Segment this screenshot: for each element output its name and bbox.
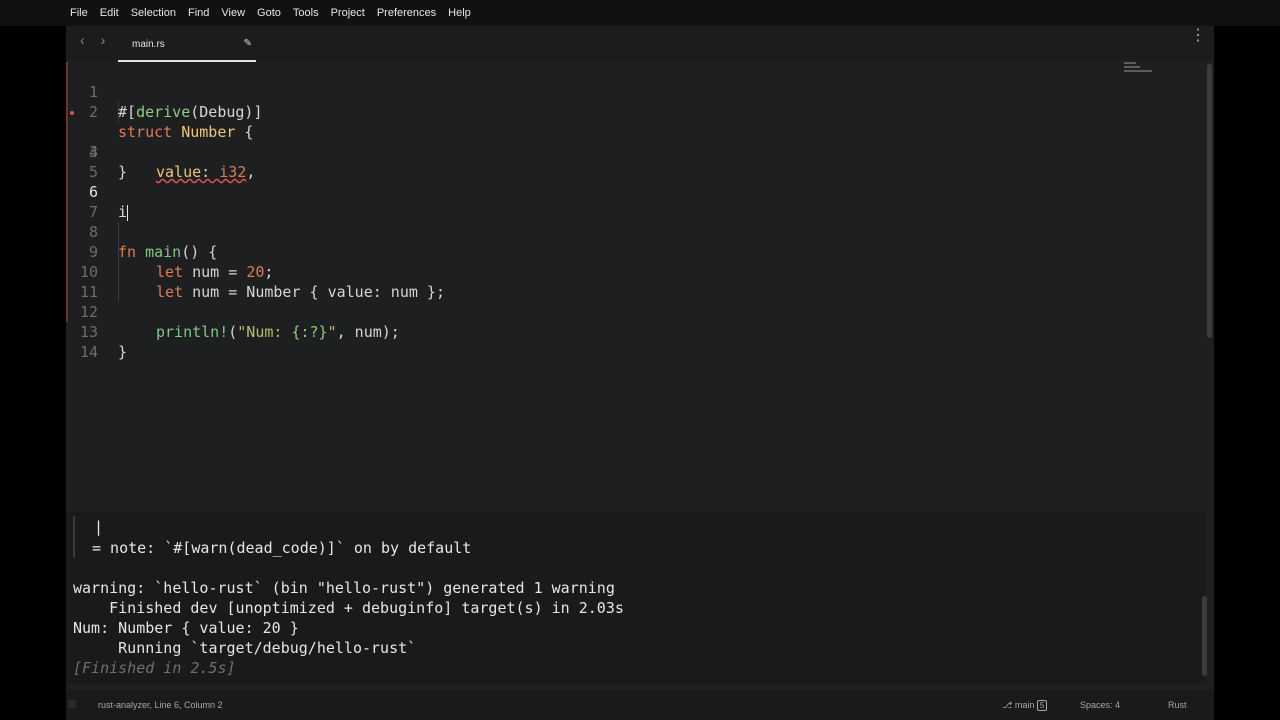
more-options-icon[interactable]: ⋮	[1190, 28, 1206, 44]
modified-pencil-icon: ✎	[243, 38, 252, 49]
code-line: 3 value: i32,	[66, 102, 255, 181]
branch-icon: ⎇	[1002, 700, 1013, 710]
menu-preferences[interactable]: Preferences	[371, 7, 442, 19]
line-content: let num = Number { value: num };	[156, 283, 445, 301]
syntax-language[interactable]: Rust	[1168, 700, 1187, 710]
code-line: 14	[66, 322, 102, 361]
error-dot-icon[interactable]	[70, 111, 74, 115]
code-line: 8 fn main() {	[66, 202, 217, 261]
line-content: println!("Num: {:?}", num);	[156, 323, 400, 341]
output-finished: Finished dev [unoptimized + debuginfo] t…	[73, 599, 624, 617]
forward-arrow-icon[interactable]: ›	[101, 32, 106, 48]
output-result: Num: Number { value: 20 }	[73, 619, 299, 637]
output-warning: warning: `hello-rust` (bin "hello-rust")…	[73, 579, 615, 597]
code-line-current: 6 i	[66, 162, 129, 221]
line-number: 14	[79, 343, 98, 361]
line-content: }	[118, 343, 128, 361]
line-content: i	[118, 203, 129, 221]
code-line: 4 }	[66, 122, 127, 181]
code-editor[interactable]: 1 #[derive(Debug)] 2 struct Number { 3 v…	[66, 60, 1206, 510]
output-build-time: [Finished in 2.5s]	[73, 659, 236, 677]
menu-selection[interactable]: Selection	[125, 7, 182, 19]
text-cursor	[127, 204, 129, 221]
menu-view[interactable]: View	[215, 7, 251, 19]
code-line: 12 println!("Num: {:?}", num);	[66, 282, 400, 341]
minimap[interactable]	[1124, 62, 1154, 82]
branch-count-badge: 5	[1036, 700, 1048, 711]
build-output-panel: | = note: `#[warn(dead_code)]` on by def…	[66, 512, 1206, 684]
code-line: 9 let num = 20;	[66, 222, 273, 281]
status-bar: rust-analyzer, Line 6, Column 2 ⎇ main 5…	[66, 690, 1214, 720]
code-line: 5	[66, 142, 102, 181]
line-content: struct Number {	[118, 123, 254, 141]
menu-project[interactable]: Project	[325, 7, 371, 19]
menu-edit[interactable]: Edit	[94, 7, 125, 19]
menu-file[interactable]: File	[64, 7, 94, 19]
line-content: fn main() {	[118, 243, 218, 261]
code-line: 1 #[derive(Debug)]	[66, 62, 263, 121]
line-content: }	[118, 163, 128, 181]
code-line: 11	[66, 262, 102, 301]
menu-find[interactable]: Find	[182, 7, 215, 19]
line-content: let num = 20;	[156, 263, 274, 281]
output-pipe: |	[94, 518, 104, 536]
tab-bar: ‹ › main.rs ✎ ⋮	[66, 26, 1214, 62]
menu-bar: File Edit Selection Find View Goto Tools…	[0, 0, 1280, 26]
status-position: rust-analyzer, Line 6, Column 2	[68, 700, 223, 710]
panel-toggle-icon[interactable]	[68, 700, 76, 708]
output-note: = note: `#[warn(dead_code)]` on by defau…	[92, 539, 472, 557]
line-content: value: i32,	[156, 163, 256, 181]
menu-goto[interactable]: Goto	[251, 7, 287, 19]
code-line: 13 }	[66, 302, 127, 361]
code-line: 2 struct Number {	[66, 82, 254, 141]
tab-main-rs[interactable]: main.rs ✎	[118, 34, 256, 62]
code-line: 10 let num = Number { value: num };	[66, 242, 445, 301]
line-content: #[derive(Debug)]	[118, 103, 263, 121]
output-scrollbar[interactable]	[1202, 596, 1207, 676]
git-branch[interactable]: ⎇ main 5	[1002, 700, 1048, 711]
tab-label: main.rs	[132, 39, 165, 50]
indentation-setting[interactable]: Spaces: 4	[1080, 700, 1120, 710]
indent-guide	[118, 222, 119, 302]
back-arrow-icon[interactable]: ‹	[80, 32, 85, 48]
menu-tools[interactable]: Tools	[287, 7, 325, 19]
menu-help[interactable]: Help	[442, 7, 477, 19]
editor-scrollbar[interactable]	[1207, 64, 1212, 338]
output-edge	[73, 516, 75, 558]
output-running: Running `target/debug/hello-rust`	[73, 639, 417, 657]
tab-navigation: ‹ ›	[80, 32, 117, 48]
code-line: 7	[66, 182, 102, 221]
